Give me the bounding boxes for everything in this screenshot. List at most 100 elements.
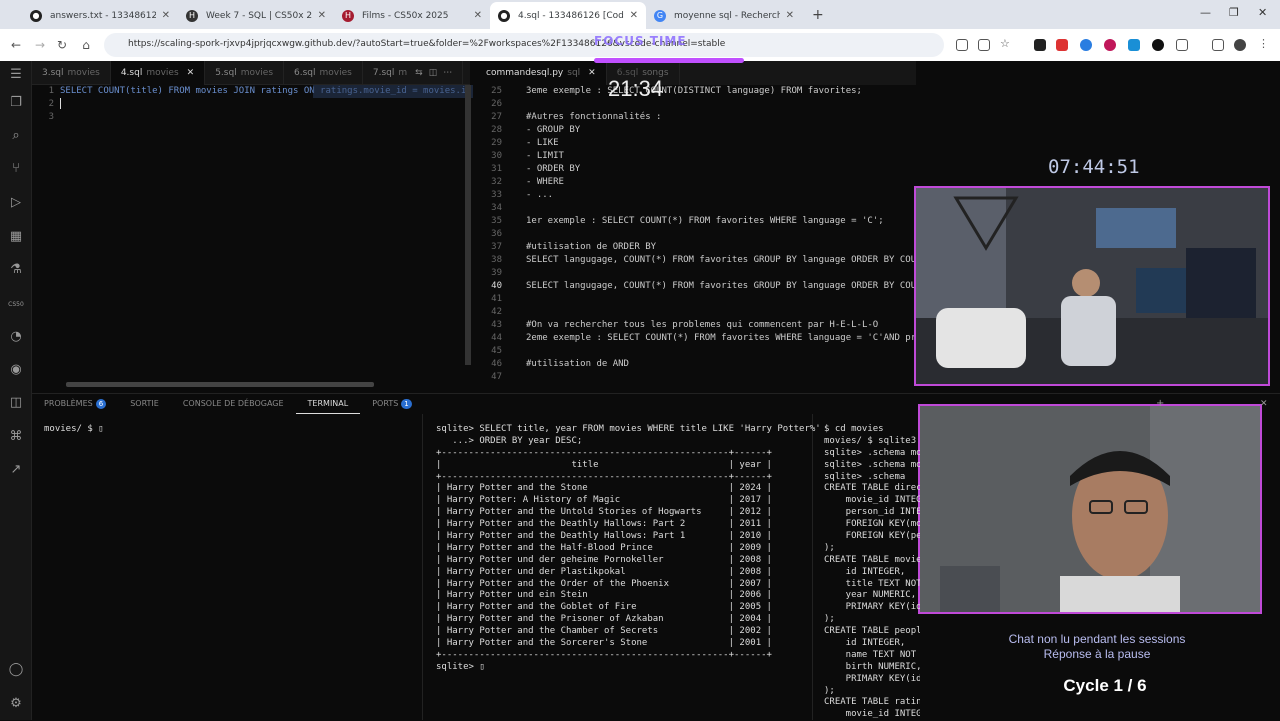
explorer-icon[interactable]: ❐ — [8, 95, 24, 111]
tab-label: TERMINAL — [307, 398, 349, 408]
code-line: 41 — [476, 293, 916, 306]
install-icon[interactable] — [978, 39, 990, 51]
line-number: 27 — [491, 112, 502, 122]
new-tab-button[interactable]: + — [802, 2, 834, 29]
search-icon[interactable]: ⌕ — [8, 128, 24, 144]
terminal-pane-3[interactable]: $ cd movies movies/ $ sqlite3 m sqlite> … — [824, 424, 920, 721]
close-icon[interactable]: ✕ — [474, 10, 482, 21]
reload-icon[interactable]: ↻ — [50, 38, 74, 52]
close-icon[interactable]: ✕ — [318, 10, 326, 21]
browser-tab-title: Week 7 - SQL | CS50x 2025 ? | ... — [206, 10, 312, 21]
share-icon[interactable]: ↗ — [8, 462, 24, 478]
editor-tab[interactable]: 6.sql movies — [284, 61, 363, 85]
terminal-line: sqlite> SELECT title, year FROM movies W… — [436, 424, 821, 434]
tab-folder: movies — [146, 68, 179, 78]
sidebar-icon[interactable] — [1212, 39, 1224, 51]
terminal-line: year NUMERIC, — [824, 590, 917, 601]
source-control-icon[interactable]: ⑂ — [8, 161, 24, 177]
code-line: 34 — [476, 202, 916, 215]
tab-debug-console[interactable]: CONSOLE DE DÉBOGAGE — [171, 394, 296, 414]
bookmark-star-icon[interactable]: ☆ — [1000, 37, 1012, 50]
terminal-pane-1[interactable]: movies/ $ ▯ — [44, 424, 104, 436]
tab-ports[interactable]: PORTS 1 — [360, 394, 424, 414]
avatar[interactable] — [1234, 39, 1246, 51]
minimize-icon[interactable]: — — [1200, 6, 1211, 19]
close-icon[interactable]: ✕ — [588, 68, 596, 78]
close-icon[interactable]: ✕ — [187, 68, 195, 78]
forward-icon[interactable]: → — [28, 38, 52, 52]
tab-label: PORTS — [372, 398, 399, 408]
back-icon[interactable]: ← — [4, 38, 28, 52]
code-line: 31 - ORDER BY — [476, 163, 916, 176]
close-icon[interactable]: ✕ — [630, 10, 638, 21]
split-editor-icon[interactable]: ◫ — [429, 68, 438, 78]
harvard-icon: H — [186, 9, 198, 22]
duck-icon[interactable]: ◔ — [8, 329, 24, 345]
python-icon[interactable]: ⌘ — [8, 429, 24, 445]
browser-tab[interactable]: H Week 7 - SQL | CS50x 2025 ? | ... ✕ — [178, 2, 334, 29]
tab-problems[interactable]: PROBLÈMES 6 — [32, 394, 118, 414]
maximize-icon[interactable]: ❐ — [1229, 6, 1239, 19]
extension-icon[interactable] — [1056, 39, 1068, 51]
terminal-line: FOREIGN KEY(mov — [824, 519, 920, 530]
editor-scrollbar[interactable] — [465, 85, 471, 365]
line-number: 35 — [491, 216, 502, 226]
line-number: 3 — [48, 112, 54, 122]
tab-filename: 3.sql — [42, 68, 64, 78]
puzzle-icon[interactable] — [1176, 39, 1188, 51]
code-editor-left[interactable]: 1 SELECT COUNT(title) FROM movies JOIN ra… — [32, 85, 473, 385]
close-window-icon[interactable]: ✕ — [1258, 6, 1267, 19]
code-line: 28 - GROUP BY — [476, 124, 916, 137]
hamburger-menu-icon[interactable]: ☰ — [8, 67, 24, 83]
line-number: 47 — [491, 372, 502, 382]
editor-tab[interactable]: 7.sql m ⇆ ◫ ⋯ — [363, 61, 464, 85]
terminal-line: ); — [824, 542, 835, 553]
browser-tab[interactable]: ● answers.txt - 133486126 [Codes ✕ — [22, 2, 178, 29]
line-number: 45 — [491, 346, 502, 356]
close-icon[interactable]: ✕ — [786, 10, 794, 21]
home-icon[interactable]: ⌂ — [74, 38, 98, 52]
terminal-line: person_id INTEG — [824, 507, 920, 518]
menu-icon[interactable]: ⋮ — [1258, 37, 1270, 50]
tab-terminal[interactable]: TERMINAL — [295, 394, 361, 414]
testing-icon[interactable]: ⚗ — [8, 262, 24, 278]
code-editor-right[interactable]: 25 3eme exemple : SELECT COUNT(DISTINCT l… — [476, 85, 916, 390]
url-input[interactable]: https://scaling-spork-rjxvp4jprjqcxwgw.g… — [104, 33, 944, 57]
more-icon[interactable]: ⋯ — [443, 68, 452, 78]
extension-icon[interactable] — [1104, 39, 1116, 51]
close-icon[interactable]: ✕ — [162, 10, 170, 21]
extension-icon[interactable] — [1128, 39, 1140, 51]
account-icon[interactable]: ◯ — [8, 662, 24, 678]
terminal-line: | Harry Potter: A History of Magic | 201… — [436, 495, 772, 506]
browser-tab[interactable]: H Films - CS50x 2025 ✕ — [334, 2, 490, 29]
editor-tabs-right: commandesql.py sql ✕ 6.sql songs — [476, 61, 916, 85]
browser-tab[interactable]: Gmoyenne sql - Recherche Goog ✕ — [646, 2, 802, 29]
run-debug-icon[interactable]: ▷ — [8, 195, 24, 211]
extension-icon[interactable] — [1152, 39, 1164, 51]
editor-tab[interactable]: 5.sql movies — [205, 61, 285, 85]
settings-gear-icon[interactable]: ⚙ — [8, 696, 24, 712]
compare-icon[interactable]: ⇆ — [415, 68, 423, 78]
editor-tab-active[interactable]: 4.sql movies ✕ — [110, 61, 206, 85]
extension-icon[interactable] — [1034, 39, 1046, 51]
tab-filename: 6.sql — [294, 68, 316, 78]
editor-tab[interactable]: 3.sql movies — [32, 61, 111, 85]
editor-horizontal-scrollbar[interactable] — [66, 382, 374, 387]
editor-tab-active[interactable]: commandesql.py sql ✕ — [476, 61, 607, 85]
add-terminal-icon[interactable]: + — [1156, 398, 1164, 409]
tab-output[interactable]: SORTIE — [118, 394, 171, 414]
browser-tab-active[interactable]: ● 4.sql - 133486126 [Codespaces ✕ — [490, 2, 646, 29]
extension-icon[interactable] — [1080, 39, 1092, 51]
page-icon[interactable] — [956, 39, 968, 51]
close-panel-icon[interactable]: ✕ — [1260, 399, 1268, 409]
github-icon[interactable]: ◉ — [8, 362, 24, 378]
extensions-icon[interactable]: ▦ — [8, 229, 24, 245]
line-number: 2 — [48, 99, 54, 109]
terminal-pane-2[interactable]: sqlite> SELECT title, year FROM movies W… — [436, 424, 821, 674]
cs50-icon[interactable]: CS50 — [8, 297, 24, 313]
box-icon[interactable]: ◫ — [8, 395, 24, 411]
terminal-line: sqlite> .schema mov — [824, 447, 920, 458]
terminal-line: movie_id INTEGE — [824, 495, 920, 506]
editor-tabs-left: 3.sql movies 4.sql movies ✕ 5.sql movies 6.s… — [32, 61, 470, 85]
browser-tab-strip: ● answers.txt - 133486126 [Codes ✕ H Week 7… — [0, 0, 1280, 29]
